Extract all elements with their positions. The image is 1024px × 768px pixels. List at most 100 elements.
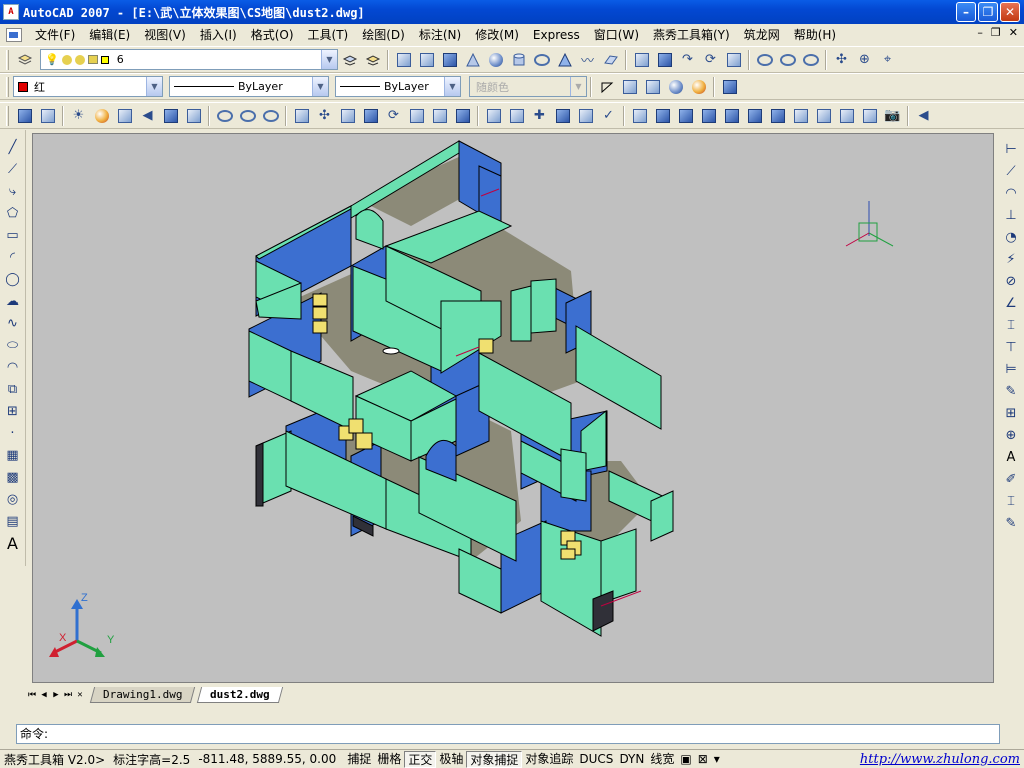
jogged-dimension-icon[interactable]: ⚡ bbox=[1001, 249, 1021, 269]
union-icon[interactable] bbox=[214, 105, 235, 126]
osnap-toggle[interactable]: 对象捕捉 bbox=[466, 750, 523, 768]
menu-modify[interactable]: 修改(M) bbox=[468, 25, 526, 45]
drawing-viewport[interactable]: Z X Y bbox=[32, 133, 994, 683]
sw-iso-view-icon[interactable] bbox=[790, 105, 811, 126]
line-icon[interactable]: ╱ bbox=[3, 137, 23, 157]
vertical-scrollbar[interactable] bbox=[1016, 572, 1024, 682]
ellipse-icon[interactable]: ⬭ bbox=[3, 335, 23, 355]
menu-express[interactable]: Express bbox=[526, 25, 587, 45]
intersect-icon[interactable] bbox=[260, 105, 281, 126]
extrude-faces-icon[interactable] bbox=[291, 105, 312, 126]
back-arrow-icon[interactable]: ◀ bbox=[913, 105, 934, 126]
dyn-toggle[interactable]: DYN bbox=[616, 751, 647, 768]
menu-view[interactable]: 视图(V) bbox=[137, 25, 193, 45]
copy-faces-icon[interactable] bbox=[429, 105, 450, 126]
menu-insert[interactable]: 插入(I) bbox=[193, 25, 244, 45]
torus-icon[interactable] bbox=[531, 49, 552, 70]
pyramid-icon[interactable] bbox=[554, 49, 575, 70]
polar-toggle[interactable]: 极轴 bbox=[436, 751, 466, 768]
minimize-button[interactable]: – bbox=[956, 2, 976, 22]
subtract-icon[interactable] bbox=[777, 49, 798, 70]
document-icon[interactable] bbox=[6, 28, 22, 42]
back-view-icon[interactable] bbox=[767, 105, 788, 126]
ortho-toggle[interactable]: 正交 bbox=[404, 750, 437, 768]
polygon-icon[interactable]: ⬠ bbox=[3, 203, 23, 223]
lineweight-toggle[interactable]: 线宽 bbox=[647, 751, 677, 768]
camera-view-icon[interactable]: 📷 bbox=[882, 105, 903, 126]
cylinder-icon[interactable] bbox=[508, 49, 529, 70]
front-view-icon[interactable] bbox=[744, 105, 765, 126]
menu-dimension[interactable]: 标注(N) bbox=[412, 25, 468, 45]
menu-edit[interactable]: 编辑(E) bbox=[82, 25, 137, 45]
tab-first-button[interactable]: ⏮ bbox=[26, 690, 38, 700]
construction-line-icon[interactable]: ⟋ bbox=[3, 159, 23, 179]
doc-minimize-button[interactable]: – bbox=[977, 26, 983, 39]
aligned-dimension-icon[interactable]: ⟋ bbox=[1001, 161, 1021, 181]
light-icon[interactable]: ☀ bbox=[68, 105, 89, 126]
otrack-toggle[interactable]: 对象追踪 bbox=[522, 751, 576, 768]
model-space-icon[interactable]: ▣ bbox=[677, 751, 694, 768]
tab-last-button[interactable]: ⏭ bbox=[62, 690, 74, 700]
lineweight-dropdown[interactable]: ByLayer ▼ bbox=[335, 76, 461, 97]
move-faces-icon[interactable]: ✣ bbox=[314, 105, 335, 126]
scale-icon[interactable]: ⊠ bbox=[695, 751, 711, 768]
continue-dimension-icon[interactable]: ⊨ bbox=[1001, 359, 1021, 379]
bottom-view-icon[interactable] bbox=[675, 105, 696, 126]
polyline-icon[interactable]: ⤷ bbox=[3, 181, 23, 201]
camera-icon[interactable]: ◀ bbox=[137, 105, 158, 126]
clean-icon[interactable] bbox=[506, 105, 527, 126]
helix-icon[interactable]: 〰 bbox=[577, 49, 598, 70]
taper-faces-icon[interactable] bbox=[406, 105, 427, 126]
mapping-icon[interactable] bbox=[114, 105, 135, 126]
nw-iso-view-icon[interactable] bbox=[859, 105, 880, 126]
tab-dust2[interactable]: dust2.dwg bbox=[197, 687, 284, 703]
toolbar-grip[interactable] bbox=[6, 105, 9, 126]
3d-wireframe-icon[interactable] bbox=[619, 76, 640, 97]
tab-drawing1[interactable]: Drawing1.dwg bbox=[89, 687, 196, 703]
visual-styles-manager-icon[interactable] bbox=[719, 76, 740, 97]
cone-icon[interactable] bbox=[462, 49, 483, 70]
chevron-down-icon[interactable]: ▼ bbox=[444, 77, 460, 96]
region-icon[interactable]: ◎ bbox=[3, 489, 23, 509]
make-block-icon[interactable]: ⊞ bbox=[3, 401, 23, 421]
grid-toggle[interactable]: 栅格 bbox=[374, 751, 404, 768]
render-presets-icon[interactable] bbox=[183, 105, 204, 126]
linear-dimension-icon[interactable]: ⊢ bbox=[1001, 139, 1021, 159]
ducs-toggle[interactable]: DUCS bbox=[576, 751, 616, 768]
presspull-icon[interactable] bbox=[654, 49, 675, 70]
2d-wireframe-icon[interactable] bbox=[596, 76, 617, 97]
union-icon[interactable] bbox=[754, 49, 775, 70]
shell-icon[interactable] bbox=[552, 105, 573, 126]
conceptual-icon[interactable] bbox=[688, 76, 709, 97]
command-line[interactable]: 命令: bbox=[16, 724, 1000, 744]
chevron-down-icon[interactable]: ▼ bbox=[146, 77, 162, 96]
loft-icon[interactable] bbox=[723, 49, 744, 70]
baseline-dimension-icon[interactable]: ⊤ bbox=[1001, 337, 1021, 357]
quick-dimension-icon[interactable]: ⌶ bbox=[1001, 315, 1021, 335]
linetype-dropdown[interactable]: ByLayer ▼ bbox=[169, 76, 329, 97]
sweep-solid-icon[interactable]: ↷ bbox=[677, 49, 698, 70]
angular-dimension-icon[interactable]: ∠ bbox=[1001, 293, 1021, 313]
toolbar-grip[interactable] bbox=[6, 49, 9, 70]
menu-help[interactable]: 帮助(H) bbox=[787, 25, 843, 45]
color-dropdown[interactable]: 红 ▼ bbox=[13, 76, 163, 97]
quick-leader-icon[interactable]: ✎ bbox=[1001, 381, 1021, 401]
tab-next-button[interactable]: ▶ bbox=[50, 690, 62, 700]
toolbar-grip[interactable] bbox=[6, 76, 9, 97]
menu-zhulong[interactable]: 筑龙网 bbox=[737, 25, 787, 45]
materials-icon[interactable] bbox=[37, 105, 58, 126]
render-icon[interactable] bbox=[14, 105, 35, 126]
multiline-text-icon[interactable]: A bbox=[3, 533, 23, 553]
realistic-icon[interactable] bbox=[665, 76, 686, 97]
render-region-icon[interactable] bbox=[160, 105, 181, 126]
circle-icon[interactable]: ◯ bbox=[3, 269, 23, 289]
color-faces-icon[interactable] bbox=[452, 105, 473, 126]
left-view-icon[interactable] bbox=[698, 105, 719, 126]
rectangle-icon[interactable]: ▭ bbox=[3, 225, 23, 245]
snap-toggle[interactable]: 捕捉 bbox=[344, 751, 374, 768]
insert-block-icon[interactable]: ⧉ bbox=[3, 379, 23, 399]
sweep-icon[interactable] bbox=[439, 49, 460, 70]
right-view-icon[interactable] bbox=[721, 105, 742, 126]
delete-faces-icon[interactable] bbox=[360, 105, 381, 126]
coordinates-readout[interactable]: -811.48, 5889.55, 0.00 bbox=[194, 752, 344, 766]
